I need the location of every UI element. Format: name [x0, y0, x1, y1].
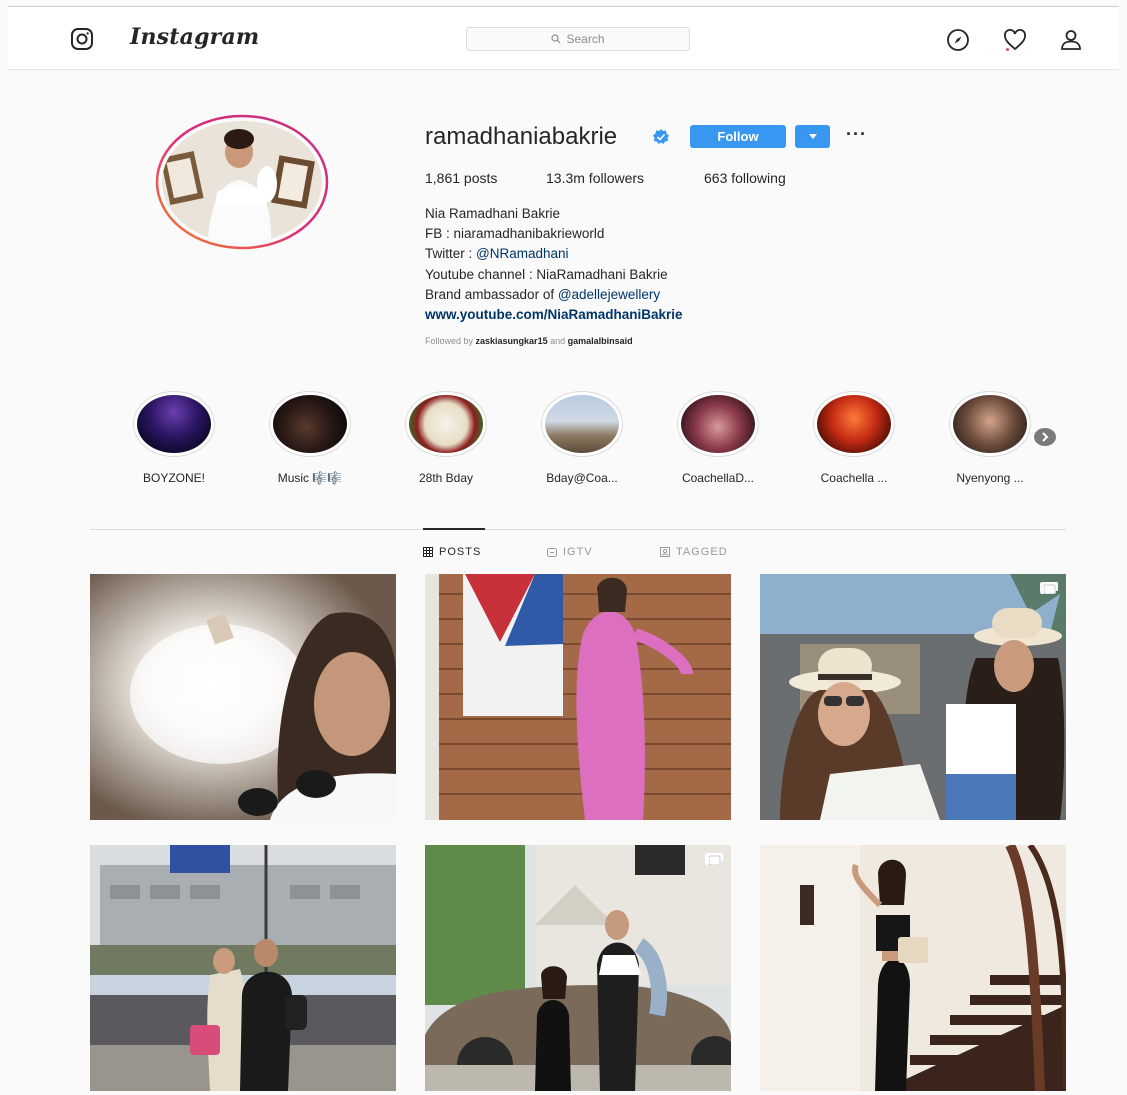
- post-thumbnail[interactable]: [760, 845, 1066, 1091]
- bio-brand-line: Brand ambassador of @adellejewellery: [425, 285, 683, 305]
- search-placeholder: Search: [566, 32, 605, 46]
- tagged-person-icon: [660, 547, 670, 557]
- highlight-label: Nyenyong ...: [956, 471, 1024, 485]
- suggested-accounts-dropdown-button[interactable]: [795, 125, 830, 148]
- followed-by-prefix: Followed by: [425, 336, 476, 346]
- highlight-label: CoachellaD...: [681, 471, 755, 485]
- highlight-cover: [813, 391, 895, 457]
- followed-by-conj: and: [547, 336, 568, 346]
- followed-by-user-2: gamalalbinsaid: [567, 336, 633, 346]
- follow-button[interactable]: Follow: [690, 125, 786, 148]
- following-count[interactable]: 663 following: [704, 170, 786, 186]
- post-thumbnail[interactable]: [425, 574, 731, 820]
- post-image: [760, 574, 1066, 820]
- notification-dot: [1006, 48, 1009, 51]
- highlight-label: Music 🎼🎼: [277, 471, 343, 485]
- highlights-next-button[interactable]: [1034, 428, 1056, 446]
- post-image: [90, 845, 396, 1091]
- multiple-photos-icon: [709, 853, 723, 865]
- profile-avatar[interactable]: [155, 114, 329, 250]
- compass-icon[interactable]: [946, 28, 970, 52]
- highlight-cover: [949, 391, 1031, 457]
- active-tab-indicator: [423, 528, 485, 530]
- highlight-cover: [269, 391, 351, 457]
- tab-igtv-label: IGTV: [563, 546, 593, 558]
- search-icon: [551, 34, 561, 44]
- highlight-label: Coachella ...: [820, 471, 888, 485]
- bio-fb-line: FB : niaramadhanibakrieworld: [425, 226, 605, 242]
- post-image: [760, 845, 1066, 1091]
- instagram-wordmark[interactable]: Instagram: [130, 24, 259, 50]
- highlight-item[interactable]: BOYZONE!: [124, 391, 224, 485]
- highlight-item[interactable]: Bday@Coa...: [532, 391, 632, 485]
- tab-tagged[interactable]: TAGGED: [660, 546, 728, 558]
- verified-badge-icon: [653, 129, 669, 144]
- tab-posts-label: POSTS: [439, 546, 482, 558]
- bio-brand-prefix: Brand ambassador of: [425, 286, 558, 302]
- instagram-glyph-icon[interactable]: [70, 27, 94, 51]
- website-link[interactable]: www.youtube.com/NiaRamadhaniBakrie: [425, 305, 683, 325]
- igtv-icon: [547, 548, 557, 557]
- post-thumbnail[interactable]: [425, 845, 731, 1091]
- brand-handle-link[interactable]: @adellejewellery: [558, 287, 660, 302]
- highlight-cover: [133, 391, 215, 457]
- posts-count: 1,861 posts: [425, 170, 498, 186]
- highlight-item[interactable]: CoachellaD...: [668, 391, 768, 485]
- tab-tagged-label: TAGGED: [676, 546, 728, 558]
- highlight-label: Bday@Coa...: [546, 471, 618, 485]
- more-options-button[interactable]: ···: [846, 124, 867, 145]
- post-thumbnail[interactable]: [90, 574, 396, 820]
- post-image: [425, 574, 731, 820]
- profile-username: ramadhaniabakrie: [425, 123, 618, 150]
- bio-twitter-line: Twitter : @NRamadhani: [425, 244, 683, 264]
- highlight-label: BOYZONE!: [142, 471, 205, 485]
- highlight-cover: [541, 391, 623, 457]
- grid-icon: [423, 547, 433, 557]
- highlight-item[interactable]: Nyenyong ...: [940, 391, 1040, 485]
- followed-by-user-1: zaskiasungkar15: [475, 336, 548, 346]
- tab-igtv[interactable]: IGTV: [547, 546, 593, 558]
- bio-twitter-prefix: Twitter :: [425, 246, 477, 262]
- post-thumbnail[interactable]: [760, 574, 1066, 820]
- followers-count[interactable]: 13.3m followers: [546, 170, 644, 186]
- followed-by-line[interactable]: Followed by zaskiasungkar15 and gamalalb…: [425, 336, 633, 346]
- tabs-divider: [90, 529, 1066, 530]
- post-image: [90, 574, 396, 820]
- highlight-item[interactable]: 28th Bday: [396, 391, 496, 485]
- highlight-cover: [677, 391, 759, 457]
- chevron-right-icon: [1042, 432, 1049, 442]
- highlight-cover: [405, 391, 487, 457]
- highlight-item[interactable]: Coachella ...: [804, 391, 904, 485]
- top-navigation-bar: Instagram Search: [8, 7, 1119, 70]
- bio-youtube-line: Youtube channel : NiaRamadhani Bakrie: [425, 266, 668, 282]
- post-thumbnail[interactable]: [90, 845, 396, 1091]
- highlight-label: 28th Bday: [418, 471, 474, 485]
- highlight-item[interactable]: Music 🎼🎼: [260, 391, 360, 485]
- profile-bio: Nia Ramadhani Bakrie FB : niaramadhaniba…: [425, 204, 683, 325]
- post-image: [425, 845, 731, 1091]
- bio-full-name: Nia Ramadhani Bakrie: [425, 206, 561, 221]
- search-input[interactable]: Search: [466, 27, 690, 51]
- twitter-handle-link[interactable]: @NRamadhani: [476, 246, 569, 261]
- tab-posts[interactable]: POSTS: [423, 546, 481, 558]
- multiple-photos-icon: [1044, 582, 1058, 594]
- profile-icon[interactable]: [1059, 28, 1083, 52]
- triangle-down-icon: [808, 134, 817, 139]
